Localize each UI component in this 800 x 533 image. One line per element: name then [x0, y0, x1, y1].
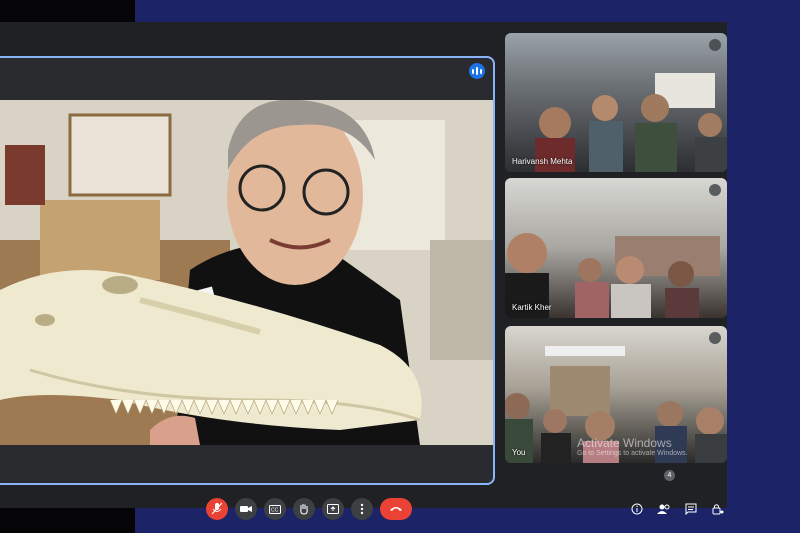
info-icon[interactable] [628, 500, 646, 518]
mic-off-icon[interactable] [206, 498, 228, 520]
participant-tile[interactable]: Harivansh Mehta [505, 33, 727, 172]
classroom-illustration [535, 73, 727, 172]
captions-icon[interactable]: CC [264, 498, 286, 520]
present-icon[interactable] [322, 498, 344, 520]
participant-name: Kartik Kher [512, 303, 552, 312]
svg-text:CC: CC [271, 507, 279, 513]
activate-windows-watermark: Activate Windows Go to Settings to activ… [577, 436, 688, 458]
presenter-video [0, 100, 493, 445]
end-call-icon[interactable] [380, 498, 412, 520]
classroom-illustration [505, 233, 720, 318]
participant-video [505, 178, 727, 318]
speaking-icon [469, 63, 485, 79]
participant-tile[interactable]: Kartik Kher [505, 178, 727, 318]
mic-off-icon [709, 184, 721, 196]
chat-icon[interactable] [682, 500, 700, 518]
camera-icon[interactable] [235, 498, 257, 520]
people-icon[interactable] [655, 500, 673, 518]
watermark-subtitle: Go to Settings to activate Windows. [577, 450, 688, 458]
participant-name: You [512, 448, 526, 457]
presenter-scene-illustration [0, 100, 493, 445]
main-video-tile[interactable] [0, 56, 495, 485]
host-controls-icon[interactable] [709, 500, 727, 518]
watermark-title: Activate Windows [577, 436, 672, 450]
people-count-badge: 4 [664, 470, 675, 481]
raise-hand-icon[interactable] [293, 498, 315, 520]
mic-off-icon [709, 332, 721, 344]
mic-off-icon [709, 39, 721, 51]
more-icon[interactable] [351, 498, 373, 520]
participant-video [505, 33, 727, 172]
meet-toolbar: CC [0, 485, 727, 530]
participant-name: Harivansh Mehta [512, 157, 573, 166]
